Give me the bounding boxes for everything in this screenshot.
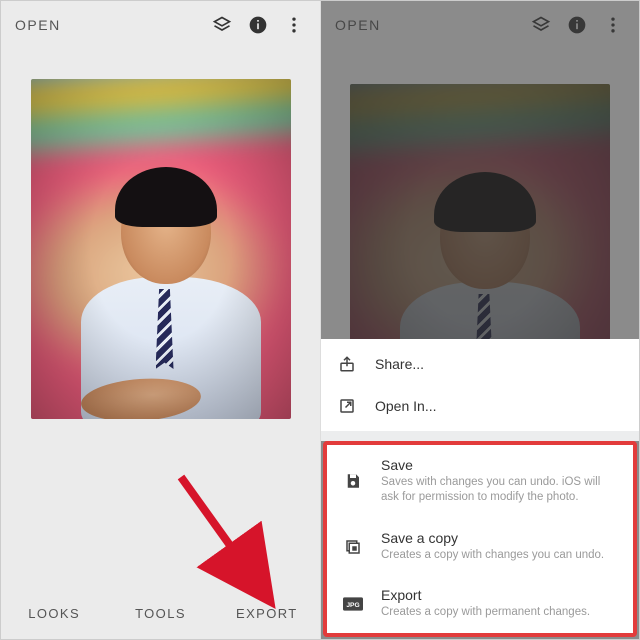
sheet-item-share[interactable]: Share... (321, 343, 639, 385)
open-in-label: Open In... (375, 398, 621, 414)
share-icon (335, 355, 359, 373)
canvas[interactable] (1, 49, 320, 587)
tab-tools[interactable]: TOOLS (107, 606, 213, 621)
save-copy-icon (341, 538, 365, 556)
screen-export-sheet: OPEN (320, 1, 639, 639)
svg-text:JPG: JPG (346, 602, 359, 609)
jpg-icon: JPG (341, 597, 365, 611)
save-label: Save (381, 457, 615, 473)
open-button[interactable]: OPEN (15, 17, 61, 33)
sheet-item-open-in[interactable]: Open In... (321, 385, 639, 427)
sheet-item-save[interactable]: Save Saves with changes you can undo. iO… (327, 445, 633, 518)
bottom-tabs: LOOKS TOOLS EXPORT (1, 587, 320, 639)
tab-looks[interactable]: LOOKS (1, 606, 107, 621)
share-label: Share... (375, 356, 621, 372)
export-sub: Creates a copy with permanent changes. (381, 605, 615, 621)
save-copy-label: Save a copy (381, 530, 615, 546)
photo-preview (31, 79, 291, 419)
tab-export[interactable]: EXPORT (214, 606, 320, 621)
export-sheet: Share... Open In... (321, 339, 639, 639)
highlighted-group: Save Saves with changes you can undo. iO… (323, 441, 637, 637)
open-in-icon (335, 397, 359, 415)
sheet-item-export[interactable]: JPG Export Creates a copy with permanent… (327, 575, 633, 633)
sheet-item-save-copy[interactable]: Save a copy Creates a copy with changes … (327, 518, 633, 576)
save-copy-sub: Creates a copy with changes you can undo… (381, 548, 615, 564)
screen-editor: OPEN (1, 1, 320, 639)
save-sub: Saves with changes you can undo. iOS wil… (381, 475, 615, 506)
info-icon[interactable] (240, 7, 276, 43)
layers-icon[interactable] (204, 7, 240, 43)
save-icon (341, 472, 365, 490)
export-label: Export (381, 587, 615, 603)
more-icon[interactable] (276, 7, 312, 43)
topbar: OPEN (1, 1, 320, 49)
